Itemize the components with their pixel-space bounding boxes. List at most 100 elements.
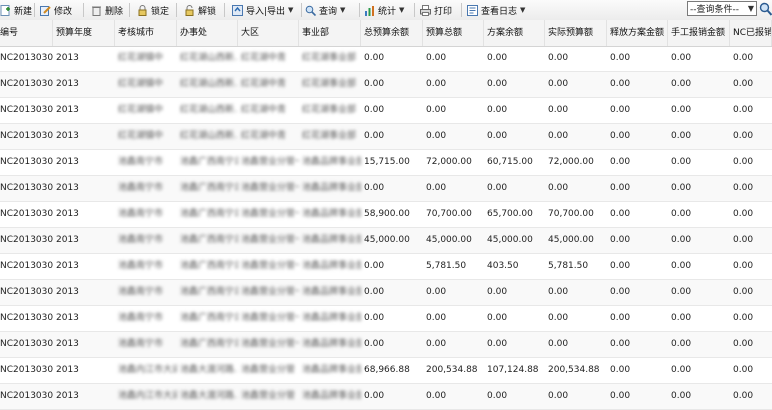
column-header[interactable]: 实际预算额 bbox=[545, 20, 607, 46]
column-header[interactable]: 编号 bbox=[0, 20, 53, 46]
table-cell: 0.00 bbox=[487, 287, 508, 297]
view-log-button[interactable]: 查看日志 ▼ bbox=[467, 2, 525, 18]
table-cell: 池鑫营业分管一 bbox=[241, 287, 299, 297]
table-cell: 池鑫品牌事业部 bbox=[302, 365, 361, 375]
table-cell: 0.00 bbox=[671, 287, 692, 297]
toolbar-separator bbox=[34, 3, 35, 17]
query-icon bbox=[305, 5, 317, 16]
table-cell: 池鑫广西南宁北 bbox=[180, 235, 238, 245]
table-row[interactable]: NC20130309...2013 池鑫内江市大道池鑫大渡河路...池鑫营业分管池… bbox=[0, 358, 772, 384]
column-header[interactable]: 办事处 bbox=[177, 20, 238, 46]
new-document-icon bbox=[0, 4, 11, 16]
table-cell: 池鑫品牌事业部 bbox=[302, 157, 361, 167]
table-cell: 0.00 bbox=[364, 183, 385, 193]
table-cell: 72,000.00 bbox=[426, 157, 472, 167]
table-row[interactable]: NC20130309...2013 池鑫南宁市 池鑫广西南宁北池鑫营业分管一池鑫品牌… bbox=[0, 306, 772, 332]
table-cell: 0.00 bbox=[610, 79, 631, 89]
table-row[interactable]: NC20130301...2013 红花湖镇中 红花湖山西新...红花湖中青 红花湖事… bbox=[0, 124, 772, 150]
table-cell: 池鑫大渡河路... bbox=[180, 391, 238, 401]
column-header[interactable]: 预算总额 bbox=[423, 20, 484, 46]
table-cell: 70,700.00 bbox=[548, 209, 594, 219]
table-cell: 池鑫内江市大道 bbox=[118, 391, 177, 401]
table-cell: 0.00 bbox=[671, 53, 692, 63]
column-header[interactable]: NC已报销 bbox=[730, 20, 772, 46]
edit-button[interactable]: 修改 bbox=[40, 2, 72, 18]
table-row[interactable]: NC20130309...2013 池鑫南宁市 池鑫广西南宁北池鑫营业分管一池鑫品牌… bbox=[0, 176, 772, 202]
table-cell: 池鑫广西南宁北 bbox=[180, 209, 238, 219]
table-cell: 0.00 bbox=[610, 365, 631, 375]
table-cell: 0.00 bbox=[610, 105, 631, 115]
table-cell: 0.00 bbox=[426, 287, 447, 297]
table-row[interactable]: NC20130301...2013 红花湖镇中 红花湖山西新...红花湖中青 红花湖事… bbox=[0, 72, 772, 98]
table-cell: NC20130309... bbox=[0, 235, 53, 245]
search-button[interactable] bbox=[759, 1, 772, 17]
table-cell: 0.00 bbox=[487, 105, 508, 115]
table-cell: 45,000.00 bbox=[426, 235, 472, 245]
table-cell: 0.00 bbox=[364, 261, 385, 271]
import-export-button[interactable]: 导入|导出 ▼ bbox=[232, 2, 293, 18]
table-cell: 45,000.00 bbox=[487, 235, 533, 245]
table-cell: 2013 bbox=[56, 131, 79, 141]
table-cell: 0.00 bbox=[733, 183, 754, 193]
table-row[interactable]: NC20130309...2013 池鑫南宁市 池鑫广西南宁北池鑫营业分管一池鑫品牌… bbox=[0, 280, 772, 306]
table-cell: 0.00 bbox=[733, 391, 754, 401]
table-cell: 0.00 bbox=[364, 53, 385, 63]
table-cell: 0.00 bbox=[733, 235, 754, 245]
table-cell: 0.00 bbox=[364, 105, 385, 115]
table-cell: 2013 bbox=[56, 261, 79, 271]
table-cell: 2013 bbox=[56, 105, 79, 115]
table-row[interactable]: NC20130309...2013 池鑫内江市大道池鑫大渡河路...池鑫营业分管池… bbox=[0, 384, 772, 410]
toolbar-separator bbox=[414, 3, 415, 17]
table-cell: 2013 bbox=[56, 183, 79, 193]
table-cell: 0.00 bbox=[610, 209, 631, 219]
table-row[interactable]: NC20130301...2013 红花湖镇中 红花湖山西新...红花湖中青 红花湖事… bbox=[0, 98, 772, 124]
table-cell: 0.00 bbox=[548, 287, 569, 297]
table-cell: 池鑫品牌事业部 bbox=[302, 235, 361, 245]
delete-button[interactable]: 删除 bbox=[91, 2, 123, 18]
column-header[interactable]: 手工报销金额 bbox=[668, 20, 730, 46]
toolbar-separator bbox=[224, 3, 225, 17]
column-header[interactable]: 释放方案金额 bbox=[607, 20, 668, 46]
table-cell: 0.00 bbox=[610, 235, 631, 245]
table-cell: 2013 bbox=[56, 235, 79, 245]
column-header[interactable]: 预算年度 bbox=[53, 20, 115, 46]
column-header[interactable]: 总预算余额 bbox=[361, 20, 423, 46]
table-cell: 0.00 bbox=[548, 391, 569, 401]
table-row[interactable]: NC20130309...2013 池鑫南宁市 池鑫广西南宁北池鑫营业分管一池鑫品牌… bbox=[0, 150, 772, 176]
lock-icon bbox=[137, 4, 148, 16]
trash-icon bbox=[91, 5, 102, 16]
toolbar-separator bbox=[359, 3, 360, 17]
table-cell: 池鑫广西南宁北 bbox=[180, 183, 238, 193]
table-cell: 池鑫广西南宁北 bbox=[180, 157, 238, 167]
table-cell: 0.00 bbox=[364, 313, 385, 323]
column-header[interactable]: 事业部 bbox=[299, 20, 361, 46]
table-cell: 45,000.00 bbox=[364, 235, 410, 245]
table-row[interactable]: NC20130309...2013 池鑫南宁市 池鑫广西南宁北池鑫营业分管一池鑫品牌… bbox=[0, 254, 772, 280]
toolbar-separator bbox=[301, 3, 302, 17]
table-cell: 池鑫南宁市 bbox=[118, 183, 164, 193]
table-cell: 0.00 bbox=[733, 209, 754, 219]
table-cell: 红花湖事业部 bbox=[302, 53, 357, 63]
column-header[interactable]: 大区 bbox=[238, 20, 299, 46]
table-row[interactable]: NC20130309...2013 池鑫南宁市 池鑫广西南宁北池鑫营业分管一池鑫品牌… bbox=[0, 228, 772, 254]
table-row[interactable]: NC20130309...2013 池鑫南宁市 池鑫广西南宁北池鑫营业分管一池鑫品牌… bbox=[0, 332, 772, 358]
table-cell: 0.00 bbox=[671, 105, 692, 115]
query-button[interactable]: 查询 ▼ bbox=[305, 2, 345, 18]
table-cell: 0.00 bbox=[548, 79, 569, 89]
table-cell: 0.00 bbox=[426, 339, 447, 349]
table-row[interactable]: NC20130301...2013 红花湖镇中 红花湖山西新...红花湖中青 红花湖事… bbox=[0, 46, 772, 72]
query-condition-select[interactable]: --查询条件-- ▼ bbox=[687, 1, 757, 16]
table-cell: 池鑫品牌事业部 bbox=[302, 391, 361, 401]
table-cell: 0.00 bbox=[733, 365, 754, 375]
grid-header: 编号 预算年度 考核城市 办事处 大区 事业部 总预算余额 预算总额 方案余额 实际预算额 释放方案… bbox=[0, 20, 772, 47]
column-header[interactable]: 方案余额 bbox=[484, 20, 545, 46]
unlock-button[interactable]: 解锁 bbox=[184, 2, 216, 18]
column-header[interactable]: 考核城市 bbox=[115, 20, 177, 46]
table-cell: 2013 bbox=[56, 339, 79, 349]
lock-button[interactable]: 锁定 bbox=[137, 2, 169, 18]
table-cell: 0.00 bbox=[548, 53, 569, 63]
table-row[interactable]: NC20130309...2013 池鑫南宁市 池鑫广西南宁北池鑫营业分管一池鑫品牌… bbox=[0, 202, 772, 228]
print-button[interactable]: 打印 bbox=[420, 2, 452, 18]
stats-button[interactable]: 统计 ▼ bbox=[364, 2, 404, 18]
new-button[interactable]: 新建 bbox=[0, 2, 32, 18]
